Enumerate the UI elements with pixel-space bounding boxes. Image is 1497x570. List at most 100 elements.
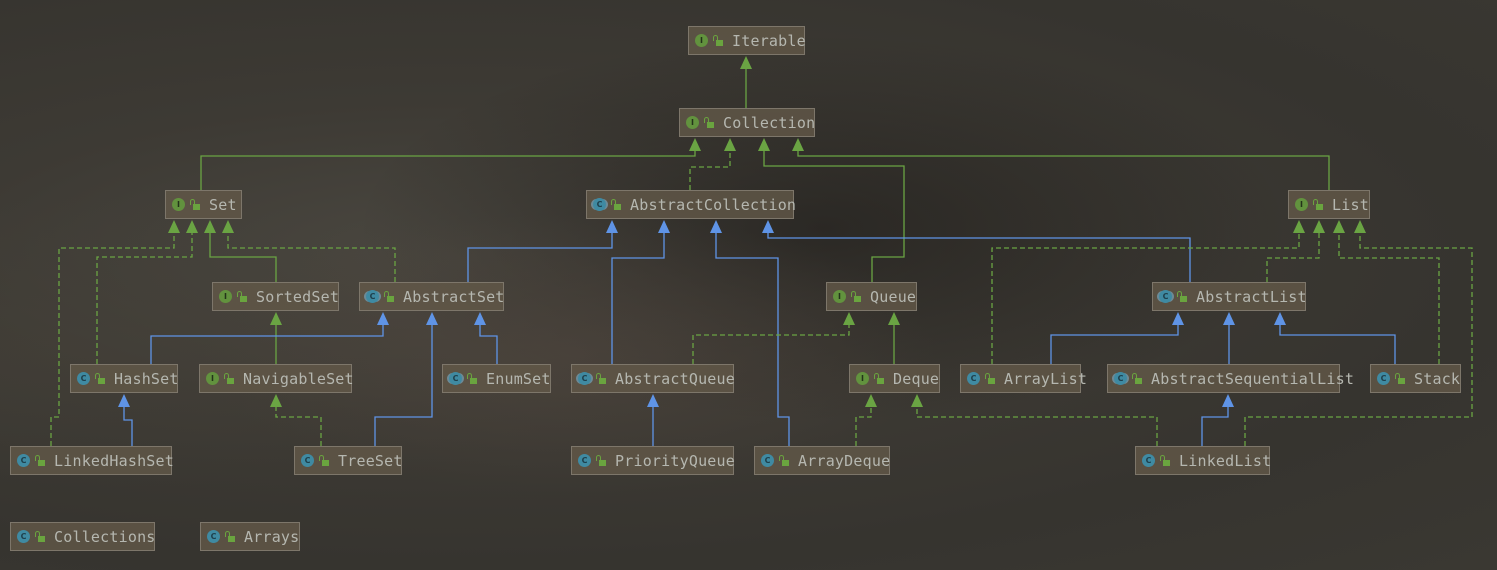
- public-lock-icon: [190, 198, 200, 211]
- edge-treeset-to-navigableset: [270, 394, 322, 446]
- arrowhead-icon: [792, 138, 804, 151]
- interface-icon: I: [833, 290, 846, 303]
- edge-line: [209, 232, 277, 282]
- node-collections[interactable]: C Collections: [10, 522, 155, 551]
- public-lock-icon: [596, 454, 606, 467]
- arrowhead-icon: [1222, 394, 1234, 407]
- node-label: Collections: [54, 527, 156, 546]
- class-icon: C: [77, 372, 90, 385]
- node-label: PriorityQueue: [615, 451, 735, 470]
- node-label: Deque: [893, 369, 940, 388]
- interface-icon: I: [172, 198, 185, 211]
- arrowhead-icon: [186, 220, 198, 233]
- public-lock-icon: [224, 372, 234, 385]
- public-lock-icon: [1177, 290, 1187, 303]
- node-label: Set: [209, 195, 237, 214]
- abstract-class-icon: C: [449, 372, 462, 385]
- edge-abstractqueue-to-abstractcollection: [611, 220, 670, 364]
- public-lock-icon: [95, 372, 105, 385]
- node-linked-hash-set[interactable]: C LinkedHashSet: [10, 446, 174, 475]
- node-sorted-set[interactable]: I SortedSet: [212, 282, 339, 311]
- node-abstract-list[interactable]: C AbstractList: [1152, 282, 1307, 311]
- edge-arraylist-to-abstractlist: [1050, 312, 1184, 364]
- arrowhead-icon: [1172, 312, 1184, 325]
- abstract-class-icon: C: [366, 290, 379, 303]
- node-label: Stack: [1414, 369, 1461, 388]
- class-icon: C: [17, 454, 30, 467]
- node-label: LinkedList: [1179, 451, 1272, 470]
- edge-arraydeque-to-deque: [855, 394, 877, 446]
- node-label: Collection: [723, 113, 816, 132]
- abstract-class-icon: C: [578, 372, 591, 385]
- arrowhead-icon: [724, 138, 736, 151]
- public-lock-icon: [1313, 198, 1323, 211]
- arrowhead-icon: [1274, 312, 1286, 325]
- node-enum-set[interactable]: C EnumSet: [442, 364, 551, 393]
- arrowhead-icon: [204, 220, 216, 233]
- node-abstract-set[interactable]: C AbstractSet: [359, 282, 504, 311]
- public-lock-icon: [1132, 372, 1142, 385]
- node-list[interactable]: I List: [1288, 190, 1370, 219]
- interface-icon: I: [856, 372, 869, 385]
- node-priority-queue[interactable]: C PriorityQueue: [571, 446, 735, 475]
- node-navigable-set[interactable]: I NavigableSet: [199, 364, 354, 393]
- edge-abstractqueue-to-queue: [692, 312, 855, 364]
- node-queue[interactable]: I Queue: [826, 282, 917, 311]
- arrowhead-icon: [1333, 220, 1345, 233]
- node-label: AbstractCollection: [630, 195, 797, 214]
- edge-arraydeque-to-abstractcollection: [710, 220, 790, 446]
- edge-stack-to-abstractlist: [1274, 312, 1396, 364]
- interface-icon: I: [686, 116, 699, 129]
- node-arrays[interactable]: C Arrays: [200, 522, 300, 551]
- public-lock-icon: [713, 34, 723, 47]
- arrowhead-icon: [658, 220, 670, 233]
- edge-line: [1050, 324, 1179, 364]
- edge-line: [150, 324, 384, 364]
- arrowhead-icon: [710, 220, 722, 233]
- node-abstract-sequential-list[interactable]: C AbstractSequentialList: [1107, 364, 1354, 393]
- edge-line: [611, 232, 665, 364]
- node-array-list[interactable]: C ArrayList: [960, 364, 1087, 393]
- node-label: List: [1332, 195, 1369, 214]
- edge-abstractsequentiallist-to-abstractlist: [1223, 312, 1235, 364]
- node-iterable[interactable]: I Iterable: [688, 26, 806, 55]
- class-icon: C: [578, 454, 591, 467]
- node-label: Queue: [870, 287, 917, 306]
- node-label: AbstractSet: [403, 287, 505, 306]
- node-set[interactable]: I Set: [165, 190, 242, 219]
- edge-line: [96, 232, 193, 364]
- edge-linkedhashset-to-hashset: [118, 394, 133, 446]
- node-deque[interactable]: I Deque: [849, 364, 940, 393]
- node-stack[interactable]: C Stack: [1370, 364, 1461, 393]
- edge-line: [797, 150, 1330, 190]
- node-abstract-collection[interactable]: C AbstractCollection: [586, 190, 797, 219]
- arrowhead-icon: [1354, 220, 1366, 233]
- interface-icon: I: [695, 34, 708, 47]
- node-label: EnumSet: [486, 369, 551, 388]
- edge-line: [767, 232, 1191, 282]
- edge-line: [1279, 324, 1396, 364]
- node-array-deque[interactable]: C ArrayDeque: [754, 446, 890, 475]
- class-icon: C: [207, 530, 220, 543]
- node-tree-set[interactable]: C TreeSet: [294, 446, 402, 475]
- edge-line: [715, 232, 790, 446]
- class-icon: C: [17, 530, 30, 543]
- edge-line: [479, 324, 498, 364]
- edge-abstractlist-to-abstractcollection: [762, 220, 1191, 282]
- interface-icon: I: [206, 372, 219, 385]
- arrowhead-icon: [426, 312, 438, 325]
- edge-line: [50, 232, 175, 446]
- node-linked-list[interactable]: C LinkedList: [1135, 446, 1272, 475]
- node-hash-set[interactable]: C HashSet: [70, 364, 178, 393]
- edge-hashset-to-abstractset: [150, 312, 389, 364]
- arrowhead-icon: [1223, 312, 1235, 325]
- node-abstract-queue[interactable]: C AbstractQueue: [571, 364, 735, 393]
- arrowhead-icon: [740, 56, 752, 69]
- abstract-class-icon: C: [1159, 290, 1172, 303]
- edge-line: [692, 324, 850, 364]
- node-collection[interactable]: I Collection: [679, 108, 815, 137]
- node-label: ArrayDeque: [798, 451, 891, 470]
- arrowhead-icon: [377, 312, 389, 325]
- arrowhead-icon: [758, 138, 770, 151]
- node-label: NavigableSet: [243, 369, 354, 388]
